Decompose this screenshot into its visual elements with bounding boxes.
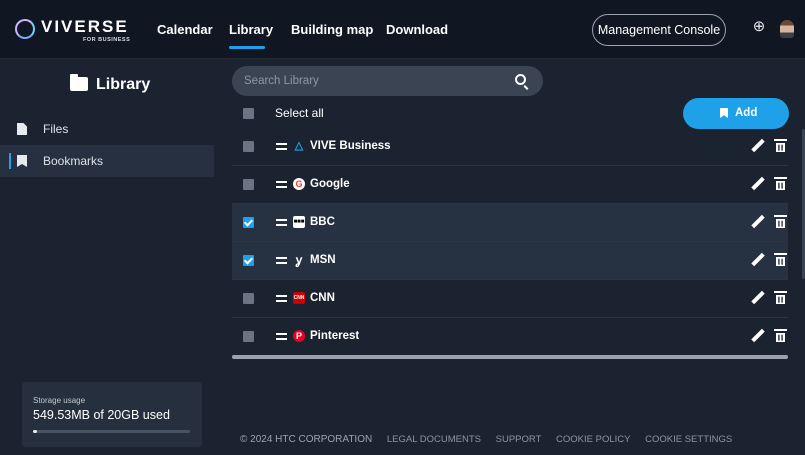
bookmark-label: MSN [310,254,336,266]
google-logo-icon: G [293,178,305,190]
drag-handle-icon[interactable] [276,219,287,226]
list-item[interactable]: P Pinterest [232,318,788,356]
footer-link-legal[interactable]: LEGAL DOCUMENTS [387,434,481,445]
footer-link-cookie-policy[interactable]: COOKIE POLICY [556,434,630,445]
top-bar: VIVERSE FOR BUSINESS Calendar Library Bu… [0,0,805,59]
nav-library[interactable]: Library [229,0,273,59]
viverse-logo[interactable]: VIVERSE FOR BUSINESS [15,14,165,46]
trash-icon[interactable] [774,215,787,228]
avatar[interactable] [780,20,794,38]
nav-building-map[interactable]: Building map [291,0,373,59]
main-content: Select all Add △ VIVE Business G Google … [216,59,805,455]
drag-handle-icon[interactable] [276,295,287,302]
pencil-icon[interactable] [750,253,764,267]
nav-download[interactable]: Download [386,0,448,59]
management-console-button[interactable]: Management Console [592,14,726,46]
sidebar-title: Library [70,74,150,96]
list-item[interactable]: ỿ MSN [232,242,788,280]
bookmark-label: Pinterest [310,330,360,342]
drag-handle-icon[interactable] [276,143,287,150]
storage-bar [33,430,190,433]
footer-link-cookie-settings[interactable]: COOKIE SETTINGS [645,434,732,445]
sidebar-item-bookmarks[interactable]: Bookmarks [0,145,214,177]
cnn-logo-icon: CNN [293,292,305,304]
storage-label: Storage usage [33,396,86,405]
sidebar-item-files[interactable]: Files [0,113,214,145]
select-all-checkbox[interactable] [243,108,254,119]
row-checkbox[interactable] [243,255,254,266]
list-item[interactable]: △ VIVE Business [232,128,788,166]
horizontal-scrollbar[interactable] [232,355,788,359]
copyright: © 2024 HTC CORPORATION [240,434,373,445]
footer-link-support[interactable]: SUPPORT [496,434,542,445]
bbc-logo-icon: ■■■ [293,216,305,228]
drag-handle-icon[interactable] [276,257,287,264]
logo-sub: FOR BUSINESS [83,37,131,43]
sidebar-title-label: Library [96,76,151,93]
bookmark-icon [17,155,27,167]
storage-value: 549.53MB of 20GB used [33,408,170,422]
row-checkbox[interactable] [243,179,254,190]
list-item[interactable]: ■■■ BBC [232,204,788,242]
search-box [232,66,543,96]
bookmark-label: BBC [310,216,335,228]
footer: © 2024 HTC CORPORATION LEGAL DOCUMENTS S… [240,434,744,445]
row-checkbox[interactable] [243,331,254,342]
active-nav-indicator [229,46,265,49]
bookmark-label: CNN [310,292,335,304]
vive-logo-icon: △ [294,140,304,152]
storage-usage-panel: Storage usage 549.53MB of 20GB used [22,382,202,447]
sidebar-item-label: Files [43,122,69,136]
sidebar: Library Files Bookmarks Storage usage 54… [0,59,216,455]
file-icon [17,123,27,135]
add-button[interactable]: Add [683,98,789,129]
trash-icon[interactable] [774,139,787,152]
add-button-label: Add [735,107,758,119]
globe-icon[interactable]: ⊕ [751,19,767,35]
sidebar-item-label: Bookmarks [43,154,104,168]
pinterest-logo-icon: P [293,330,305,342]
row-checkbox[interactable] [243,293,254,304]
trash-icon[interactable] [774,253,787,266]
search-input[interactable] [244,66,494,96]
pencil-icon[interactable] [750,177,764,191]
list-item[interactable]: G Google [232,166,788,204]
viverse-ring-icon [15,19,35,39]
pencil-icon[interactable] [750,215,764,229]
trash-icon[interactable] [774,329,787,342]
trash-icon[interactable] [774,291,787,304]
trash-icon[interactable] [774,177,787,190]
bookmark-label: Google [310,178,350,190]
bookmark-add-icon [720,108,728,118]
pencil-icon[interactable] [750,291,764,305]
nav-calendar[interactable]: Calendar [157,0,213,59]
list-item[interactable]: CNN CNN [232,280,788,318]
pencil-icon[interactable] [750,139,764,153]
msn-logo-icon: ỿ [295,253,303,267]
search-icon[interactable] [515,74,526,85]
row-checkbox[interactable] [243,141,254,152]
folder-icon [70,74,88,91]
pencil-icon[interactable] [750,329,764,343]
logo-word: VIVERSE [41,17,129,36]
row-checkbox[interactable] [243,217,254,228]
bookmark-label: VIVE Business [310,140,391,152]
drag-handle-icon[interactable] [276,333,287,340]
select-all-label: Select all [275,106,324,120]
storage-bar-fill [33,430,38,433]
bookmark-list: △ VIVE Business G Google ■■■ BBC ỿ MSN C… [232,128,788,356]
drag-handle-icon[interactable] [276,181,287,188]
